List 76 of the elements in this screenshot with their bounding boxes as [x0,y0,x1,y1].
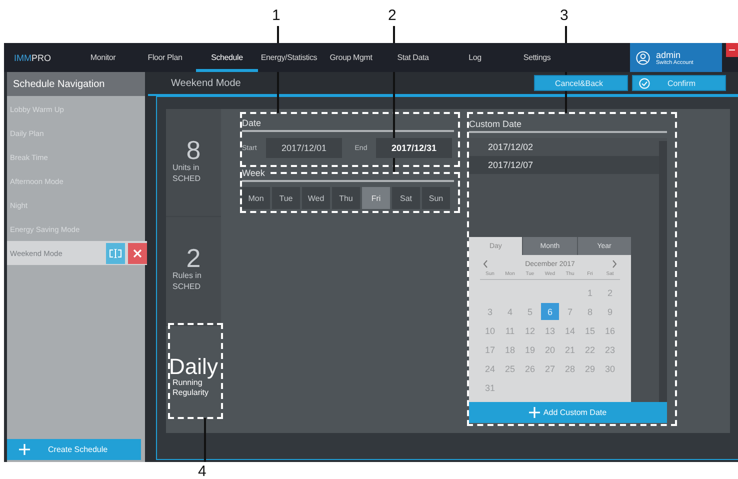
section-title: Week [242,168,267,178]
calendar-day[interactable]: 25 [500,359,520,378]
section-title: Custom Date [469,119,667,133]
custom-date-row[interactable]: 2017/12/02 [469,138,659,156]
calendar-day[interactable]: 27 [540,359,560,378]
create-schedule-button[interactable]: Create Schedule [7,439,141,460]
calendar-day[interactable]: 1 [580,283,600,302]
minimize-button[interactable] [726,43,738,57]
calendar-day[interactable]: 18 [500,340,520,359]
stat-caption: Running Regularity [172,378,209,400]
calendar-day[interactable]: 15 [580,321,600,340]
weekday-toggle[interactable]: Sat [392,187,420,209]
calendar-day[interactable]: 10 [480,321,500,340]
sidebar-title: Schedule Navigation [7,72,145,96]
weekday-toggle[interactable]: Wed [302,187,330,209]
callout-number: 1 [272,8,280,23]
plus-icon [529,407,540,418]
plus-icon [19,444,30,455]
calendar-day[interactable]: 13 [540,321,560,340]
calendar-day[interactable]: 2 [600,283,620,302]
rename-button[interactable] [106,242,125,264]
calendar-day[interactable]: 21 [560,340,580,359]
calendar-day[interactable]: 24 [480,359,500,378]
section-title: Date [242,118,454,132]
calendar-day[interactable]: 23 [600,340,620,359]
page-title: Weekend Mode [171,78,242,88]
weekday-toggle[interactable]: Mon [242,187,270,209]
chevron-right-icon[interactable] [612,260,617,268]
calendar-day[interactable]: 14 [560,321,580,340]
weekday-toggle[interactable]: Sun [422,187,450,209]
custom-date-row[interactable]: 2017/12/07 [469,156,659,174]
calendar-day[interactable]: 30 [600,359,620,378]
delete-button[interactable] [128,242,147,264]
calendar-day[interactable]: 20 [540,340,560,359]
calendar-day[interactable]: 28 [560,359,580,378]
app-logo: IMMPRO [13,52,52,64]
callout-number: 2 [388,8,396,23]
calendar-day[interactable]: 22 [580,340,600,359]
calendar-day[interactable]: 6 [541,303,559,320]
weekday-toggle[interactable]: Tue [272,187,300,209]
calendar-day[interactable]: 8 [580,302,600,321]
user-icon [636,50,650,64]
header-button[interactable]: Confirm [632,75,726,91]
weekday-toggle[interactable]: Fri [362,187,390,209]
close-icon [133,248,142,258]
stat-value: Daily [169,356,218,378]
callout-number: 4 [198,464,206,479]
minus-icon [729,49,735,51]
calendar-day[interactable]: 12 [520,321,540,340]
calendar-day[interactable]: 26 [520,359,540,378]
stat-value: 2 [186,245,201,272]
calendar-day[interactable]: 16 [600,321,620,340]
stat-value: 8 [186,136,201,163]
end-date-field[interactable]: 2017/12/31 [376,138,452,158]
stat-caption: Units in SCHED [172,162,202,184]
chevron-left-icon[interactable] [483,260,488,268]
calendar-day[interactable]: 3 [480,302,500,321]
calendar-day[interactable]: 29 [580,359,600,378]
start-date-field[interactable]: 2017/12/01 [266,138,342,158]
weekday-toggle[interactable]: Thu [332,187,360,209]
calendar-day[interactable]: 17 [480,340,500,359]
calendar-day[interactable]: 31 [480,378,500,397]
callout-number: 3 [560,8,568,23]
leader-line [204,418,206,462]
text-cursor-icon [109,248,122,258]
calendar-day[interactable]: 9 [600,302,620,321]
calendar-day[interactable]: 19 [520,340,540,359]
calendar-day[interactable]: 11 [500,321,520,340]
check-icon [639,78,650,88]
calendar-day[interactable]: 5 [520,302,540,321]
scrollbar[interactable] [659,141,667,402]
add-custom-date-button[interactable]: Add Custom Date [469,402,667,423]
calendar-day[interactable]: 4 [500,302,520,321]
stat-caption: Rules in SCHED [172,271,202,293]
calendar-day[interactable]: 7 [560,302,580,321]
header-button[interactable]: Cancel&Back [534,75,628,91]
